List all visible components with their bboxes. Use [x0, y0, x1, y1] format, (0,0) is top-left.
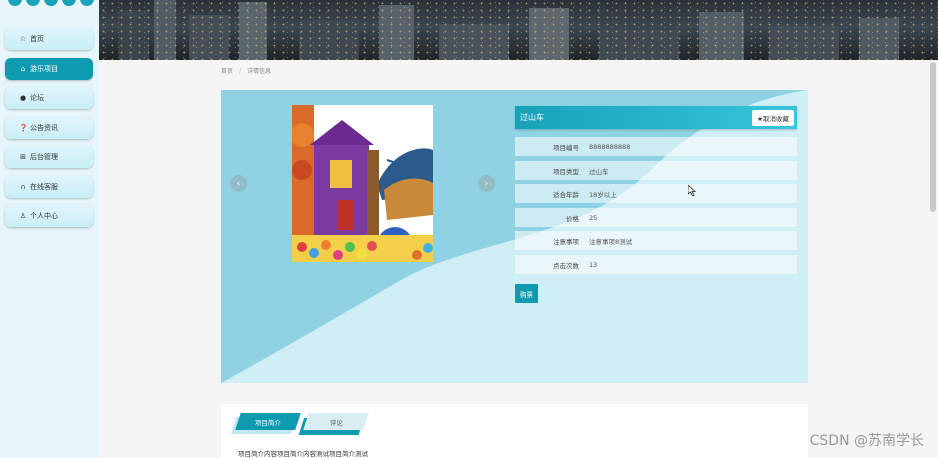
tabs-panel: 项目简介 评论 项目简介内容项目简介内容测试项目简介测试	[221, 404, 808, 458]
attraction-image	[292, 105, 433, 262]
header-banner-image	[99, 0, 938, 60]
sidebar: ☆ 首页 ⌂ 游乐项目 ● 论坛 ❓ 公告资讯 ⊞ 后台管理 ∩ 在线客服 ♙ …	[0, 0, 99, 458]
sidebar-item-label: 在线客服	[30, 182, 58, 191]
field-row-type: 项目类型 过山车	[515, 161, 797, 180]
headset-icon: ∩	[20, 182, 26, 191]
sidebar-item-label: 首页	[30, 35, 44, 43]
watermark: CSDN @苏南学长	[809, 433, 924, 449]
sidebar-item-home[interactable]: ☆ 首页	[5, 28, 93, 50]
dot-icon: ●	[19, 94, 27, 102]
sidebar-item-label: 个人中心	[30, 212, 58, 220]
star-icon: ☆	[19, 35, 27, 43]
breadcrumb-current: 详情信息	[247, 68, 272, 75]
detail-panel: ‹ › 过山车 ★取消收藏 项目编号 8888888888 项目类型 过山车 适…	[221, 90, 808, 383]
sidebar-item-forum[interactable]: ● 论坛	[5, 87, 93, 109]
sidebar-item-attractions[interactable]: ⌂ 游乐项目	[5, 57, 93, 80]
tab-label: 评论	[329, 418, 343, 427]
help-icon: ❓	[19, 123, 28, 132]
breadcrumb: 首页 / 详情信息	[221, 68, 272, 75]
tab-intro[interactable]: 项目简介	[235, 413, 301, 430]
field-row-price: 价格 25	[515, 208, 797, 227]
field-row-id: 项目编号 8888888888	[515, 137, 797, 156]
sidebar-item-label: 后台管理	[30, 153, 58, 161]
field-label: 注意事项	[553, 237, 579, 246]
breadcrumb-home[interactable]: 首页	[221, 68, 233, 75]
field-value: 注意事项8测试	[589, 237, 633, 246]
sidebar-item-label: 论坛	[30, 94, 44, 102]
gallery-next-arrow[interactable]: ›	[478, 175, 495, 192]
field-label: 价格	[566, 214, 579, 223]
unfavorite-button[interactable]: ★取消收藏	[752, 109, 794, 126]
field-row-notes: 注意事项 注意事项8测试	[515, 231, 797, 250]
detail-title-bar: 过山车 ★取消收藏	[515, 106, 797, 129]
gallery-prev-arrow[interactable]: ‹	[230, 175, 247, 192]
sidebar-item-label: 游乐项目	[30, 64, 58, 73]
field-value: 13	[589, 260, 598, 269]
tab-comments[interactable]: 评论	[303, 413, 369, 430]
field-label: 项目类型	[553, 167, 579, 176]
sidebar-item-profile[interactable]: ♙ 个人中心	[5, 205, 93, 227]
field-value: 18岁以上	[589, 190, 617, 199]
sidebar-item-label: 公告资讯	[30, 123, 58, 132]
field-value: 过山车	[589, 167, 609, 176]
field-value: 25	[589, 213, 598, 222]
field-label: 适合年龄	[553, 190, 579, 199]
detail-title: 过山车	[520, 113, 544, 122]
tab-label: 项目简介	[255, 418, 281, 427]
decorative-dots	[8, 0, 94, 6]
bag-icon: ⌂	[20, 64, 26, 73]
buy-ticket-button[interactable]: 购票	[515, 284, 538, 303]
field-row-clicks: 点击次数 13	[515, 255, 797, 274]
field-row-age: 适合年龄 18岁以上	[515, 184, 797, 203]
field-label: 点击次数	[553, 261, 579, 270]
sidebar-item-news[interactable]: ❓ 公告资讯	[5, 116, 93, 139]
tab-content: 项目简介内容项目简介内容测试项目简介测试	[238, 450, 368, 458]
sidebar-item-admin[interactable]: ⊞ 后台管理	[5, 146, 93, 168]
gift-icon: ⊞	[20, 153, 26, 161]
field-value: 8888888888	[589, 142, 631, 151]
sidebar-item-support[interactable]: ∩ 在线客服	[5, 175, 93, 198]
page-scrollbar[interactable]	[930, 62, 936, 212]
mouse-cursor-icon	[688, 185, 696, 196]
field-label: 项目编号	[553, 143, 579, 152]
sidebar-nav: ☆ 首页 ⌂ 游乐项目 ● 论坛 ❓ 公告资讯 ⊞ 后台管理 ∩ 在线客服 ♙ …	[5, 28, 93, 235]
user-icon: ♙	[19, 212, 27, 220]
